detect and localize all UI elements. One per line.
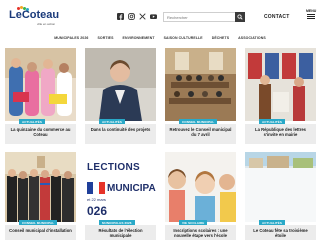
poster-line1: LECTIONS (87, 162, 140, 173)
card-title: Conseil municipal d'installation (9, 228, 72, 233)
card-title: Inscriptions scolaires : une nouvelle ét… (173, 228, 228, 238)
nav-item-municipales[interactable]: MUNICIPALES 2026 (54, 36, 88, 42)
card-caption-box: Dans la continuité des projets (85, 124, 156, 144)
news-image-council (165, 48, 236, 121)
youtube-icon[interactable] (150, 13, 157, 20)
poster-date: et 22 mars (87, 197, 106, 202)
card-caption-box: La quinzaine du commerce au Coteau (5, 124, 76, 144)
nav-item-dechets[interactable]: DÉCHETS (212, 36, 229, 42)
facebook-icon[interactable] (117, 13, 124, 20)
card-caption-box: La République des lettres s'invite en ma… (245, 124, 316, 144)
card-caption-box: Conseil municipal d'installation (5, 225, 76, 240)
poster-line2: MUNICIPALE (107, 183, 156, 194)
logo-tagline: ville en action (37, 22, 56, 26)
contact-link[interactable]: CONTACT (264, 14, 289, 20)
social-links (117, 13, 157, 21)
card-title: Résultats de l'élection municipale (98, 228, 143, 238)
card-title: Dans la continuité des projets (90, 127, 151, 132)
news-image-etoile (245, 152, 316, 222)
news-image-school (165, 152, 236, 222)
search-bar (163, 12, 245, 22)
instagram-icon[interactable] (128, 13, 135, 20)
news-image-election-poster: LECTIONS MUNICIPALE et 22 mars 026 (85, 152, 156, 222)
card-caption-box: Retrouvez le Conseil municipal du 7 avri… (165, 124, 236, 144)
card-category-badge: MUNICIPALES 2026 (99, 220, 135, 225)
menu-button[interactable]: MENU (306, 9, 316, 19)
card-caption-box: Inscriptions scolaires : une nouvelle ét… (165, 225, 236, 240)
nav-item-saison-culturelle[interactable]: SAISON CULTURELLE (164, 36, 203, 42)
menu-label: MENU (306, 9, 317, 13)
card-category-badge: ACTUALITÉS (259, 220, 285, 225)
main-nav: MUNICIPALES 2026 SORTIES ENVIRONNEMENT S… (0, 36, 320, 42)
hamburger-icon (306, 14, 316, 19)
search-icon (237, 14, 243, 20)
card-category-badge: VIE SCOLAIRE (179, 220, 208, 225)
news-image-installation (5, 152, 76, 222)
search-input[interactable] (164, 13, 236, 21)
news-image-lettres (245, 48, 316, 121)
logo-name: Coteau (21, 9, 60, 21)
news-image-commerce (5, 48, 76, 121)
card-caption-box: Résultats de l'élection municipale (85, 225, 156, 240)
nav-item-associations[interactable]: ASSOCIATIONS (238, 36, 266, 42)
card-title: Le Coteau fête sa troisième étoile (253, 228, 308, 238)
x-icon[interactable] (139, 13, 146, 20)
card-title: Retrouvez le Conseil municipal du 7 avri… (169, 127, 232, 137)
nav-item-sorties[interactable]: SORTIES (97, 36, 113, 42)
search-button[interactable] (235, 12, 245, 22)
site-header: LeCoteau ville en action CONTACT MENU (0, 0, 320, 34)
logo-le: Le (9, 9, 22, 21)
card-title: La quinzaine du commerce au Coteau (10, 127, 71, 137)
poster-year: 026 (87, 204, 108, 218)
card-category-badge: CONSEIL MUNICIPAL (19, 220, 58, 225)
card-caption-box: Le Coteau fête sa troisième étoile (245, 225, 316, 240)
site-logo[interactable]: LeCoteau ville en action (9, 6, 59, 29)
logo-text: LeCoteau (9, 9, 59, 21)
news-image-mayor (85, 48, 156, 121)
nav-item-environnement[interactable]: ENVIRONNEMENT (123, 36, 155, 42)
card-title: La République des lettres s'invite en ma… (255, 127, 306, 137)
